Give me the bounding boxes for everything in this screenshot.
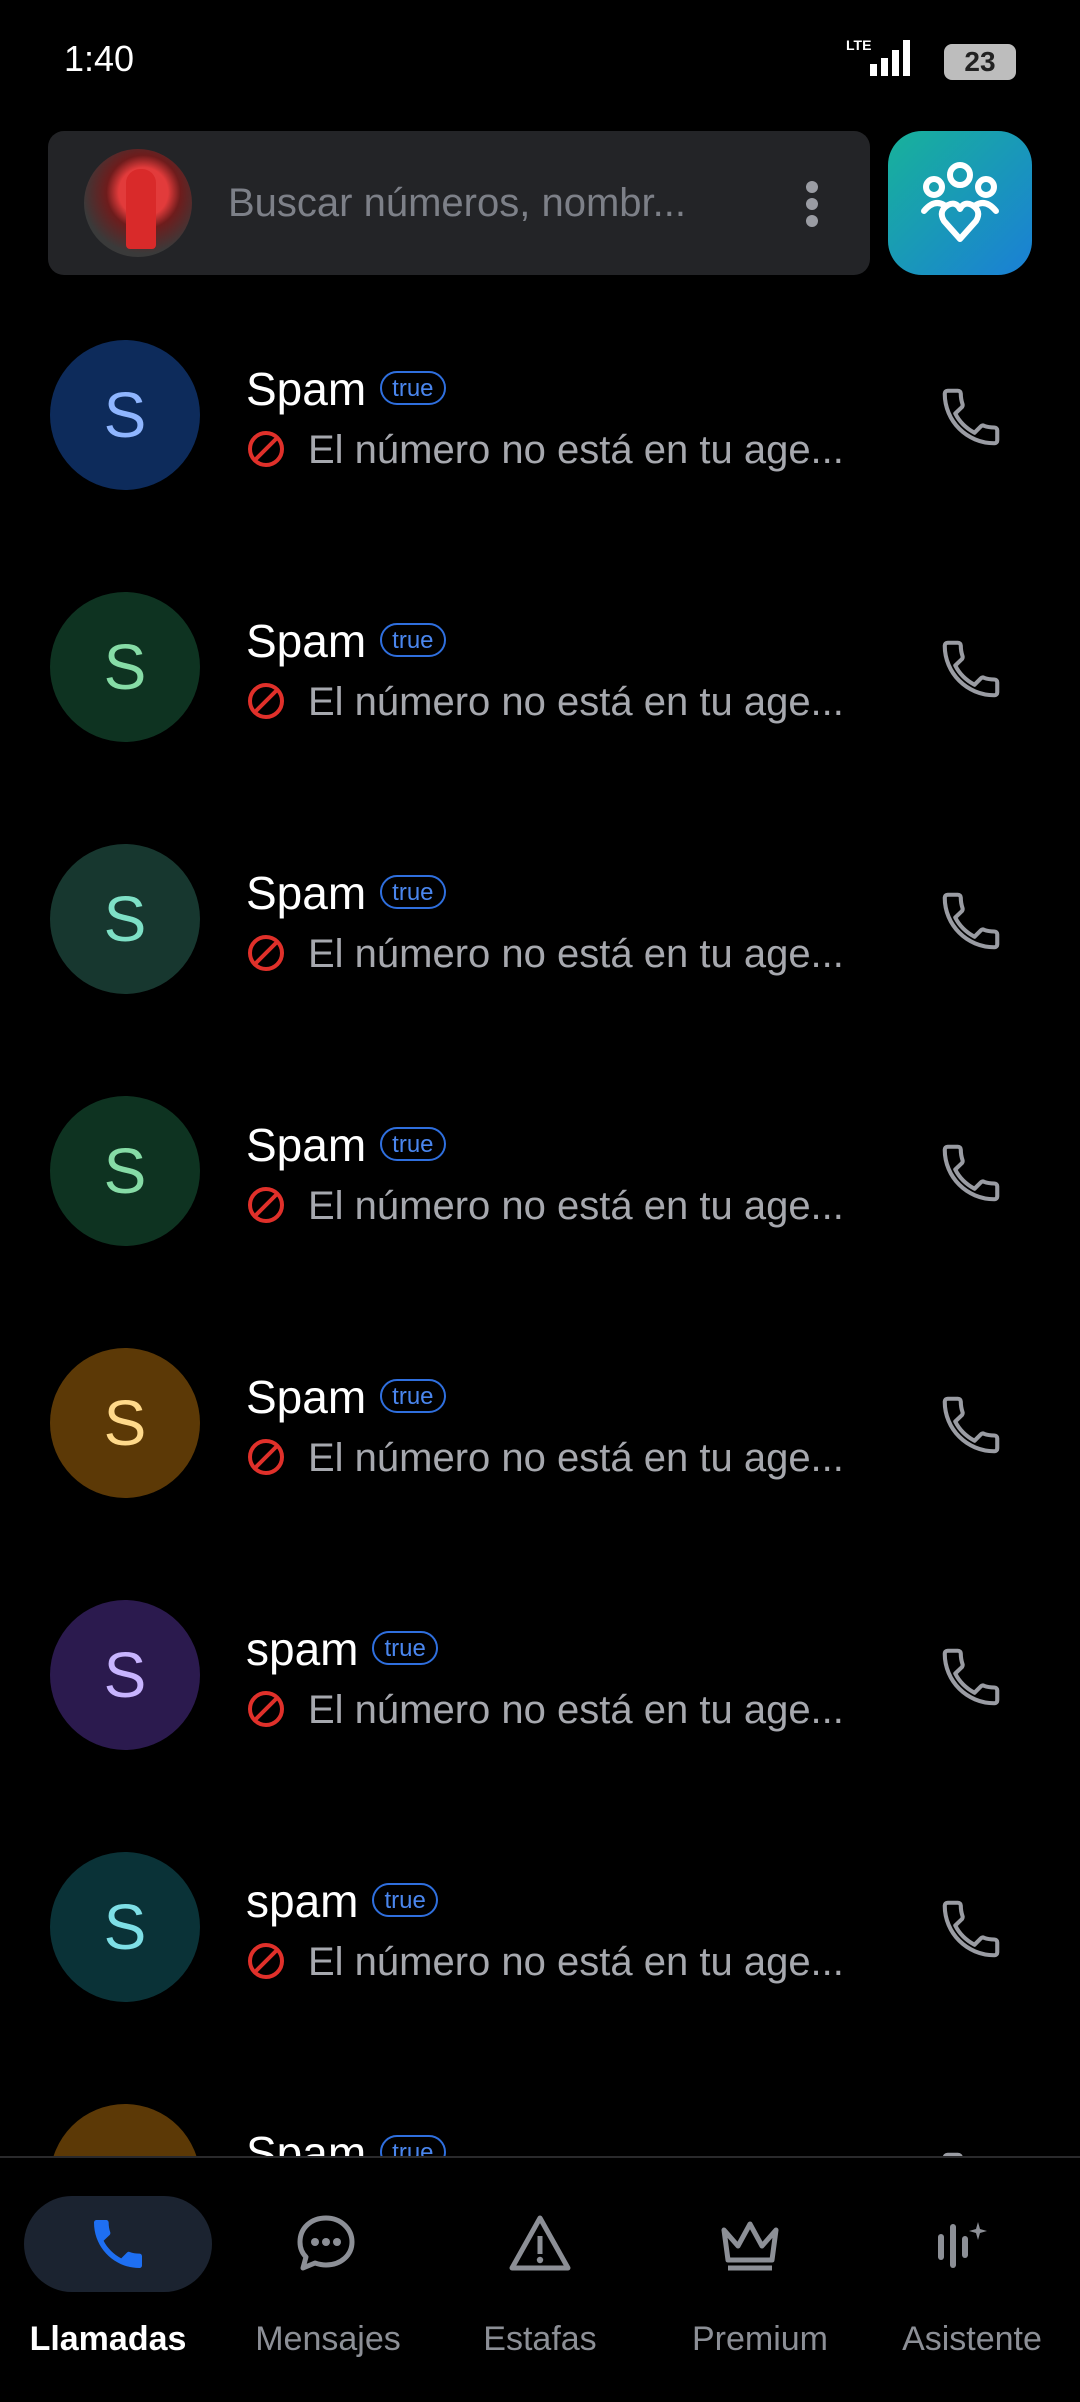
warning-icon	[509, 2215, 571, 2271]
phone-icon	[94, 2220, 142, 2268]
blocked-icon	[248, 1187, 284, 1224]
battery-level: 23	[964, 46, 996, 77]
contact-name: Spam	[246, 867, 367, 919]
blocked-icon	[248, 1943, 284, 1980]
call-subtitle-text: El número no está en tu age...	[308, 1688, 844, 1732]
battery-icon: 23	[944, 44, 1016, 80]
contact-name-line: Spam true	[246, 614, 446, 668]
profile-avatar[interactable]	[84, 149, 192, 257]
contact-name: Spam	[246, 1371, 367, 1423]
call-button-icon[interactable]	[936, 1642, 1006, 1712]
contact-name-line: spam true	[246, 1622, 438, 1676]
verified-badge: true	[372, 1882, 438, 1917]
verified-badge: true	[380, 874, 446, 909]
call-subtitle: El número no está en tu age...	[246, 1436, 844, 1481]
blocked-icon	[248, 431, 284, 468]
message-icon	[297, 2215, 355, 2271]
call-button-icon[interactable]	[936, 2146, 1006, 2156]
nav-calls-label: Llamadas	[29, 2320, 187, 2358]
call-subtitle-text: El número no está en tu age...	[308, 1940, 844, 1984]
status-time: 1:40	[64, 38, 135, 79]
call-subtitle: El número no está en tu age...	[246, 1688, 844, 1733]
contact-name-line: Spam true	[246, 1118, 446, 1172]
verified-badge: true	[380, 622, 446, 657]
blocked-icon	[248, 1691, 284, 1728]
call-subtitle: El número no está en tu age...	[246, 1184, 844, 1229]
blocked-icon	[248, 683, 284, 720]
contact-name: spam	[246, 1875, 359, 1927]
contact-avatar: S	[50, 340, 200, 490]
call-button-icon[interactable]	[936, 634, 1006, 704]
contact-name: spam	[246, 1623, 359, 1675]
call-button-icon[interactable]	[936, 1138, 1006, 1208]
contact-avatar: S	[50, 1852, 200, 2002]
contact-name-line: spam true	[246, 1874, 438, 1928]
nav-premium[interactable]: Premium	[642, 2158, 862, 2402]
nav-assistant-label: Asistente	[902, 2320, 1042, 2358]
nav-scams[interactable]: Estafas	[430, 2158, 650, 2402]
call-subtitle-text: El número no está en tu age...	[308, 1184, 844, 1228]
bottom-navigation: Llamadas Mensajes Estafas Premium Asiste…	[0, 2156, 1080, 2402]
call-log-item[interactable]: S Spam true El número no está en tu age...	[0, 804, 1080, 1056]
call-log-list[interactable]: S Spam true El número no está en tu age... S…	[0, 300, 1080, 2156]
call-subtitle: El número no está en tu age...	[246, 428, 844, 473]
call-button-icon[interactable]	[936, 1894, 1006, 1964]
contact-avatar: S	[50, 1096, 200, 1246]
call-subtitle-text: El número no está en tu age...	[308, 428, 844, 472]
verified-badge: true	[380, 370, 446, 405]
blocked-icon	[248, 935, 284, 972]
contact-name-line: Spam true	[246, 2126, 446, 2156]
contact-name: Spam	[246, 2127, 367, 2156]
crown-icon	[721, 2221, 779, 2271]
contact-name: Spam	[246, 615, 367, 667]
search-bar[interactable]: Buscar números, nombr...	[48, 131, 870, 275]
nav-messages-label: Mensajes	[255, 2320, 401, 2358]
call-subtitle-text: El número no está en tu age...	[308, 932, 844, 976]
assistant-voice-icon	[938, 2222, 987, 2268]
call-log-item[interactable]: S Spam true El número no está en tu age...	[0, 1308, 1080, 1560]
contact-name-line: Spam true	[246, 1370, 446, 1424]
call-log-item[interactable]: Sspam true El número no está en tu age...	[0, 1560, 1080, 1812]
call-log-item[interactable]: S Spam true El número no está en tu age...	[0, 300, 1080, 552]
cellular-signal-icon: LTE	[846, 37, 910, 76]
call-button-icon[interactable]	[936, 382, 1006, 452]
nav-messages[interactable]: Mensajes	[216, 2158, 440, 2402]
contact-avatar: S	[50, 844, 200, 994]
nav-premium-label: Premium	[691, 2320, 829, 2358]
call-log-item[interactable]: Sspam true El número no está en tu age...	[0, 1812, 1080, 2064]
call-subtitle-text: El número no está en tu age...	[308, 680, 844, 724]
contact-name: Spam	[246, 1119, 367, 1171]
call-button-icon[interactable]	[936, 1390, 1006, 1460]
contact-name-line: Spam true	[246, 866, 446, 920]
call-log-item[interactable]: S Spam true	[0, 2064, 1080, 2156]
contact-avatar: S	[50, 2104, 200, 2156]
network-type: LTE	[846, 37, 871, 53]
verified-badge: true	[380, 1126, 446, 1161]
nav-calls[interactable]: Llamadas	[0, 2158, 216, 2402]
more-options-icon[interactable]	[804, 181, 820, 227]
call-subtitle: El número no está en tu age...	[246, 932, 844, 977]
status-bar: 1:40 LTE 23	[0, 0, 1080, 120]
call-log-item[interactable]: S Spam true El número no está en tu age...	[0, 552, 1080, 804]
nav-scams-label: Estafas	[483, 2320, 597, 2358]
verified-badge: true	[380, 2134, 446, 2156]
call-subtitle: El número no está en tu age...	[246, 1940, 844, 1985]
contact-avatar: S	[50, 1600, 200, 1750]
call-log-item[interactable]: S Spam true El número no está en tu age...	[0, 1056, 1080, 1308]
verified-badge: true	[372, 1630, 438, 1665]
family-icon	[921, 162, 999, 242]
contact-avatar: S	[50, 592, 200, 742]
contact-avatar: S	[50, 1348, 200, 1498]
call-subtitle: El número no está en tu age...	[246, 680, 844, 725]
call-button-icon[interactable]	[936, 886, 1006, 956]
family-protection-button[interactable]	[888, 131, 1032, 275]
nav-assistant[interactable]: Asistente	[860, 2158, 1080, 2402]
verified-badge: true	[380, 1378, 446, 1413]
search-placeholder[interactable]: Buscar números, nombr...	[228, 131, 686, 275]
blocked-icon	[248, 1439, 284, 1476]
call-subtitle-text: El número no está en tu age...	[308, 1436, 844, 1480]
contact-name: Spam	[246, 363, 367, 415]
contact-name-line: Spam true	[246, 362, 446, 416]
